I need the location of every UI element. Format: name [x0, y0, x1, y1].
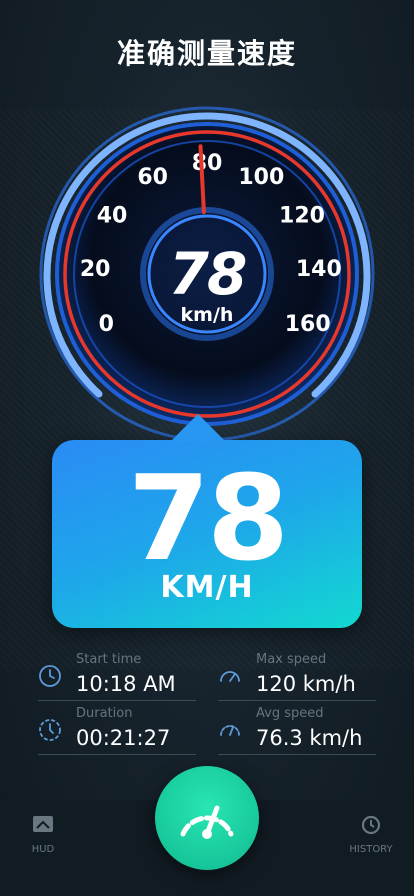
trip-stats: Start time 10:18 AM Max speed 120 km/h D…	[0, 648, 414, 772]
speed-display-card: 78 KM/H	[52, 414, 362, 628]
divider	[218, 700, 376, 701]
nav-history-label: HISTORY	[349, 844, 393, 855]
stat-duration: Duration 00:21:27	[38, 702, 198, 756]
divider	[38, 700, 196, 701]
divider	[218, 754, 376, 755]
history-icon	[361, 815, 381, 835]
speedometer-icon	[180, 805, 234, 839]
nav-hud[interactable]: HUD	[8, 814, 78, 855]
nav-history[interactable]: HISTORY	[336, 814, 406, 855]
big-speed-unit: KM/H	[160, 570, 254, 605]
stat-avg-speed-label: Avg speed	[256, 706, 324, 721]
clock-icon	[39, 665, 61, 687]
stat-avg-speed-value: 76.3 km/h	[256, 726, 363, 750]
gauge-tick-label: 60	[137, 165, 168, 190]
speedometer-button[interactable]	[155, 766, 259, 870]
gauge-tick-label: 100	[238, 165, 284, 190]
stat-start-time-value: 10:18 AM	[76, 672, 176, 696]
gauge-tick-label: 80	[192, 151, 223, 176]
speedometer-icon	[220, 725, 240, 736]
big-speed-value: 78	[127, 449, 289, 587]
divider	[38, 754, 196, 755]
stat-duration-label: Duration	[76, 706, 133, 721]
stat-avg-speed: Avg speed 76.3 km/h	[218, 702, 378, 756]
speedometer-icon	[220, 671, 240, 682]
stat-max-speed-label: Max speed	[256, 652, 327, 667]
speedometer-gauge: 0 20 40 60 80 100 120 140 160 78 km/h	[37, 106, 377, 452]
stat-start-time-label: Start time	[76, 652, 142, 667]
stat-max-speed: Max speed 120 km/h	[218, 648, 378, 702]
stat-max-speed-value: 120 km/h	[256, 672, 356, 696]
gauge-speed-unit: km/h	[180, 304, 234, 326]
gauge-tick-label: 40	[97, 204, 128, 229]
timer-icon	[39, 719, 61, 741]
nav-hud-label: HUD	[31, 844, 55, 855]
gauge-speed-value: 78	[168, 240, 248, 308]
hud-icon	[33, 816, 53, 832]
stat-duration-value: 00:21:27	[76, 726, 171, 750]
stat-start-time: Start time 10:18 AM	[38, 648, 198, 702]
page-title: 准确测量速度	[116, 37, 297, 70]
gauge-tick-label: 120	[279, 204, 325, 229]
